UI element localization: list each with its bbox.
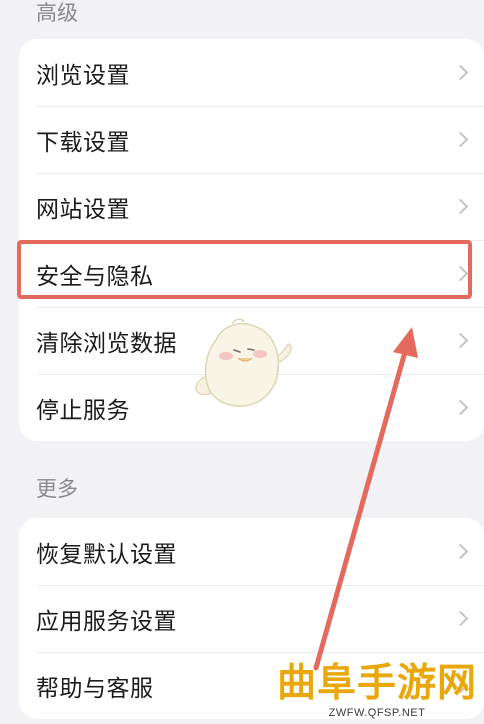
settings-item-browse[interactable]: 浏览设置 bbox=[19, 39, 484, 106]
settings-item-label: 帮助与客服 bbox=[36, 675, 154, 702]
chevron-right-icon bbox=[452, 131, 469, 147]
settings-item-website[interactable]: 网站设置 bbox=[19, 173, 484, 240]
chevron-right-icon bbox=[452, 332, 469, 348]
settings-item-label: 停止服务 bbox=[36, 397, 130, 424]
chevron-right-icon bbox=[452, 610, 469, 626]
chevron-right-icon bbox=[452, 399, 469, 415]
section-header-advanced: 高级 bbox=[36, 1, 78, 25]
settings-item-stop-service[interactable]: 停止服务 bbox=[19, 374, 484, 441]
settings-item-help-support[interactable]: 帮助与客服 bbox=[19, 652, 484, 719]
chevron-right-icon bbox=[452, 198, 469, 214]
settings-item-label: 清除浏览数据 bbox=[36, 330, 177, 357]
settings-item-download[interactable]: 下载设置 bbox=[19, 106, 484, 173]
settings-item-clear-browsing-data[interactable]: 清除浏览数据 bbox=[19, 307, 484, 374]
settings-item-label: 浏览设置 bbox=[36, 62, 130, 89]
settings-item-label: 恢复默认设置 bbox=[36, 541, 177, 568]
chevron-right-icon bbox=[452, 265, 469, 281]
chevron-right-icon bbox=[452, 677, 469, 693]
more-settings-card: 恢复默认设置 应用服务设置 帮助与客服 bbox=[19, 518, 484, 719]
settings-item-label: 安全与隐私 bbox=[36, 263, 154, 290]
settings-item-app-service[interactable]: 应用服务设置 bbox=[19, 585, 484, 652]
settings-item-security-privacy[interactable]: 安全与隐私 bbox=[19, 240, 484, 307]
chevron-right-icon bbox=[452, 64, 469, 80]
advanced-settings-card: 浏览设置 下载设置 网站设置 安全与隐私 清除浏览数据 停止服务 bbox=[19, 39, 484, 441]
settings-item-label: 网站设置 bbox=[36, 196, 130, 223]
settings-item-restore-defaults[interactable]: 恢复默认设置 bbox=[19, 518, 484, 585]
settings-item-label: 下载设置 bbox=[36, 129, 130, 156]
chevron-right-icon bbox=[452, 543, 469, 559]
section-header-more: 更多 bbox=[36, 477, 78, 501]
settings-item-label: 应用服务设置 bbox=[36, 608, 177, 635]
